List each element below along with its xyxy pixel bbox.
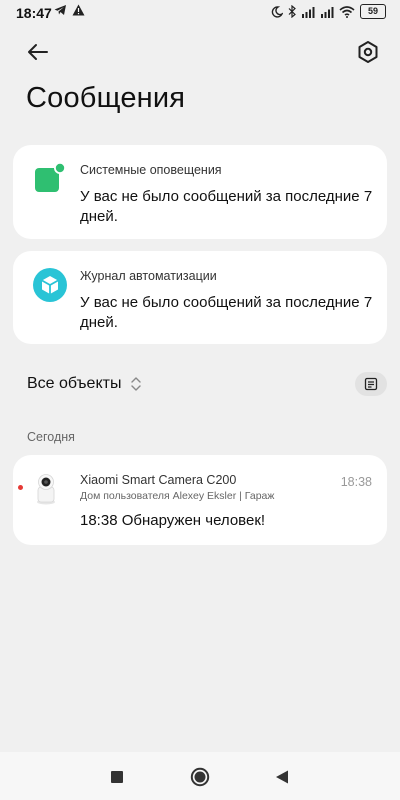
section-today-label: Сегодня [27,430,75,444]
system-notifications-text: У вас не было сообщений за последние 7 д… [80,188,373,225]
system-notifications-label: Системные оповещения [80,163,222,177]
event-card[interactable]: Xiaomi Smart Camera C200 Дом пользовател… [13,455,387,545]
object-filter-row: Все объекты [27,372,387,398]
automation-cube-icon [33,268,67,302]
moon-icon [271,5,283,18]
settings-icon[interactable] [354,38,382,66]
wifi-icon [339,5,355,18]
event-location: Дом пользователя Alexey Eksler | Гараж [80,490,275,502]
camera-device-icon [37,474,55,505]
status-time: 18:47 [16,5,52,21]
system-notifications-card[interactable]: Системные оповещения У вас не было сообщ… [13,145,387,239]
status-bar: 18:47 59 [0,0,400,26]
home-circle-icon [190,767,210,787]
alert-icon [72,4,85,16]
automation-log-card[interactable]: Журнал автоматизации У вас не было сообщ… [13,251,387,344]
unread-dot [18,485,23,490]
clipboard-list-icon [364,377,378,391]
page-title: Сообщения [26,82,186,114]
mark-read-button[interactable] [355,372,387,396]
event-message: 18:38 Обнаружен человек! [80,512,266,529]
all-objects-dropdown[interactable]: Все объекты [27,375,121,393]
bluetooth-icon [288,5,296,18]
battery-icon: 59 [360,4,386,19]
automation-log-text: У вас не было сообщений за последние 7 д… [80,294,373,331]
triangle-back-icon [276,770,288,784]
signal-icon [302,6,315,18]
event-device-name: Xiaomi Smart Camera C200 [80,473,237,487]
recents-button[interactable] [106,766,128,788]
back-arrow-icon[interactable] [24,38,52,66]
event-time: 18:38 [340,475,372,489]
system-nav-bar [0,752,400,800]
home-button[interactable] [189,766,211,788]
automation-log-label: Журнал автоматизации [80,269,217,283]
signal-icon [321,6,334,18]
square-icon [111,771,123,783]
sort-chevron-icon[interactable] [130,375,142,393]
system-notification-icon [35,162,66,192]
back-nav-button[interactable] [271,766,293,788]
telegram-icon [54,5,66,15]
